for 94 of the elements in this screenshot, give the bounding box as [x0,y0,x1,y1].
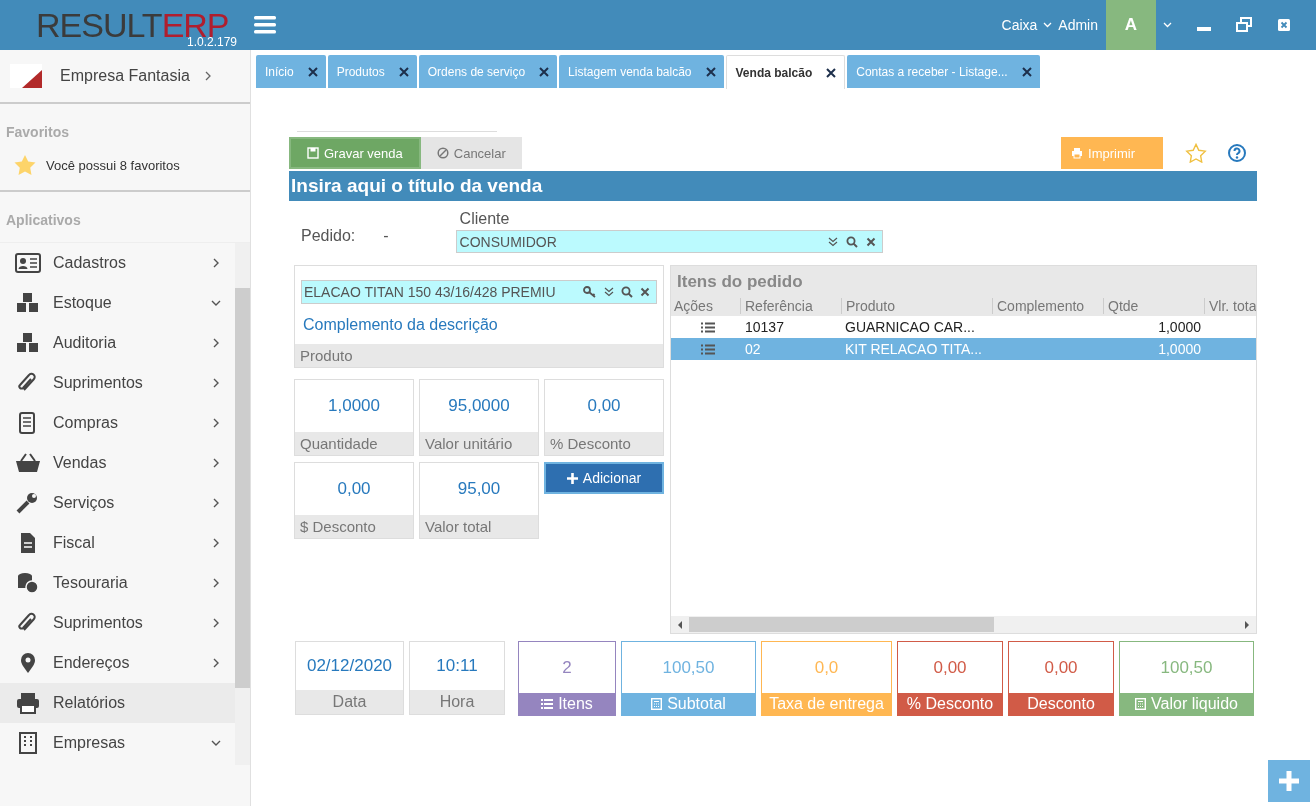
section-title: Favoritos [5,123,70,140]
total-card: 100,50 Valor liquido [1119,641,1254,716]
clear-icon[interactable] [865,236,876,247]
total-card: 100,50 Subtotal [621,641,756,716]
sidebar-item[interactable]: Auditoria [0,323,235,363]
sidebar-item[interactable]: Endereços [0,643,235,683]
column-header[interactable]: Complemento [992,298,1103,314]
star-icon [13,154,37,176]
total-card: 0,0 Taxa de entrega [761,641,892,716]
coins-icon [15,572,41,594]
search-icon[interactable] [845,235,858,248]
sidebar-item[interactable]: Vendas [0,443,235,483]
printer-icon [15,692,41,714]
add-button[interactable]: Adicionar [544,462,664,494]
sidebar-item[interactable]: Relatórios [0,683,235,723]
close-icon[interactable] [826,67,837,78]
table-row[interactable]: 10137 GUARNICAO CAR... 1,0000 [671,316,1257,338]
cancel-button[interactable]: Cancelar [420,137,522,169]
floppy-icon [307,147,319,159]
double-chevron-icon[interactable] [604,287,614,297]
sidebar-item[interactable]: Fiscal [0,523,235,563]
field-caption: Produto [295,344,663,367]
sidebar-item[interactable]: Suprimentos [0,363,235,403]
scroll-right-icon[interactable] [1244,620,1251,629]
menu-icon[interactable] [253,16,276,34]
help-icon[interactable] [1227,143,1247,163]
total-card: 2 Itens [518,641,616,716]
list-icon[interactable] [701,321,715,333]
sidebar-item[interactable]: Compras [0,403,235,443]
sidebar-item[interactable]: Cadastros [0,243,235,283]
panel-title: Itens do pedido [671,266,1257,296]
cashier-menu[interactable]: Caixa [1001,17,1038,33]
column-header[interactable]: Ações [671,298,740,314]
user-name[interactable]: Admin [1058,17,1098,33]
info-card: 10:11 Hora [409,641,505,715]
list-icon[interactable] [701,343,715,355]
sidebar-item[interactable]: Serviços [0,483,235,523]
chevron-right-icon [203,71,212,81]
client-label: Cliente [459,210,511,228]
clear-icon[interactable] [640,287,650,297]
sidebar-item[interactable]: Empresas [0,723,235,763]
favorites-text[interactable]: Você possui 8 favoritos [46,157,180,173]
calculator-icon [1135,698,1147,710]
close-icon[interactable] [1021,66,1032,77]
sidebar-item[interactable]: Suprimentos [0,603,235,643]
close-icon[interactable] [539,66,550,77]
value-field[interactable]: 1,0000 Quantidade [294,379,414,456]
client-field[interactable]: CONSUMIDOR [455,230,883,253]
close-icon[interactable] [307,66,318,77]
column-header[interactable]: Referência [740,298,841,314]
close-icon[interactable] [705,66,716,77]
product-field[interactable]: ELACAO TITAN 150 43/16/428 PREMIU [301,280,657,304]
list-icon [541,699,554,709]
star-icon[interactable] [1185,143,1207,163]
scrollbar[interactable] [235,243,250,765]
search-icon[interactable] [621,286,633,298]
basket-icon [15,452,41,474]
caret-icon [1043,22,1053,28]
company-logo-icon [10,64,42,88]
scroll-left-icon[interactable] [677,620,683,629]
value-field[interactable]: 95,00 Valor total [419,462,539,539]
save-button[interactable]: Gravar venda [289,137,421,169]
column-header[interactable]: Vlr. tota [1204,298,1257,314]
company-selector[interactable]: Empresa Fantasia [0,50,250,104]
key-icon[interactable] [583,286,597,298]
plus-icon [1279,771,1299,791]
tab[interactable]: Venda balcão [725,55,846,89]
double-chevron-icon[interactable] [827,236,838,247]
value-field[interactable]: 0,00 % Desconto [544,379,664,456]
sale-title[interactable]: Insira aqui o título da venda [289,171,1257,201]
cubes-icon [15,292,41,314]
printer-icon [1071,147,1084,159]
sidebar-item[interactable]: Tesouraria [0,563,235,603]
complement-link[interactable]: Complemento da descrição [295,304,663,344]
total-card: 0,00 Desconto [1008,641,1114,716]
column-header[interactable]: Produto [841,298,992,314]
info-card: 02/12/2020 Data [295,641,404,715]
cancel-icon [436,147,449,159]
calculator-icon [651,698,663,710]
plus-icon [566,472,578,484]
id-card-icon [15,252,41,274]
cubes-icon [15,332,41,354]
section-title: Aplicativos [5,211,82,230]
close-icon[interactable] [398,66,409,77]
value-field[interactable]: 95,0000 Valor unitário [419,379,539,456]
order-number: - [383,227,389,245]
restore-icon[interactable] [1236,17,1252,33]
order-label: Pedido: [301,227,356,245]
caret-icon[interactable] [1163,22,1172,28]
sidebar-item[interactable]: Estoque [0,283,235,323]
total-card: 0,00 % Desconto [897,641,1003,716]
scrollbar[interactable] [671,616,1257,633]
column-header[interactable]: Qtde [1103,298,1204,314]
value-field[interactable]: 0,00 $ Desconto [294,462,414,539]
